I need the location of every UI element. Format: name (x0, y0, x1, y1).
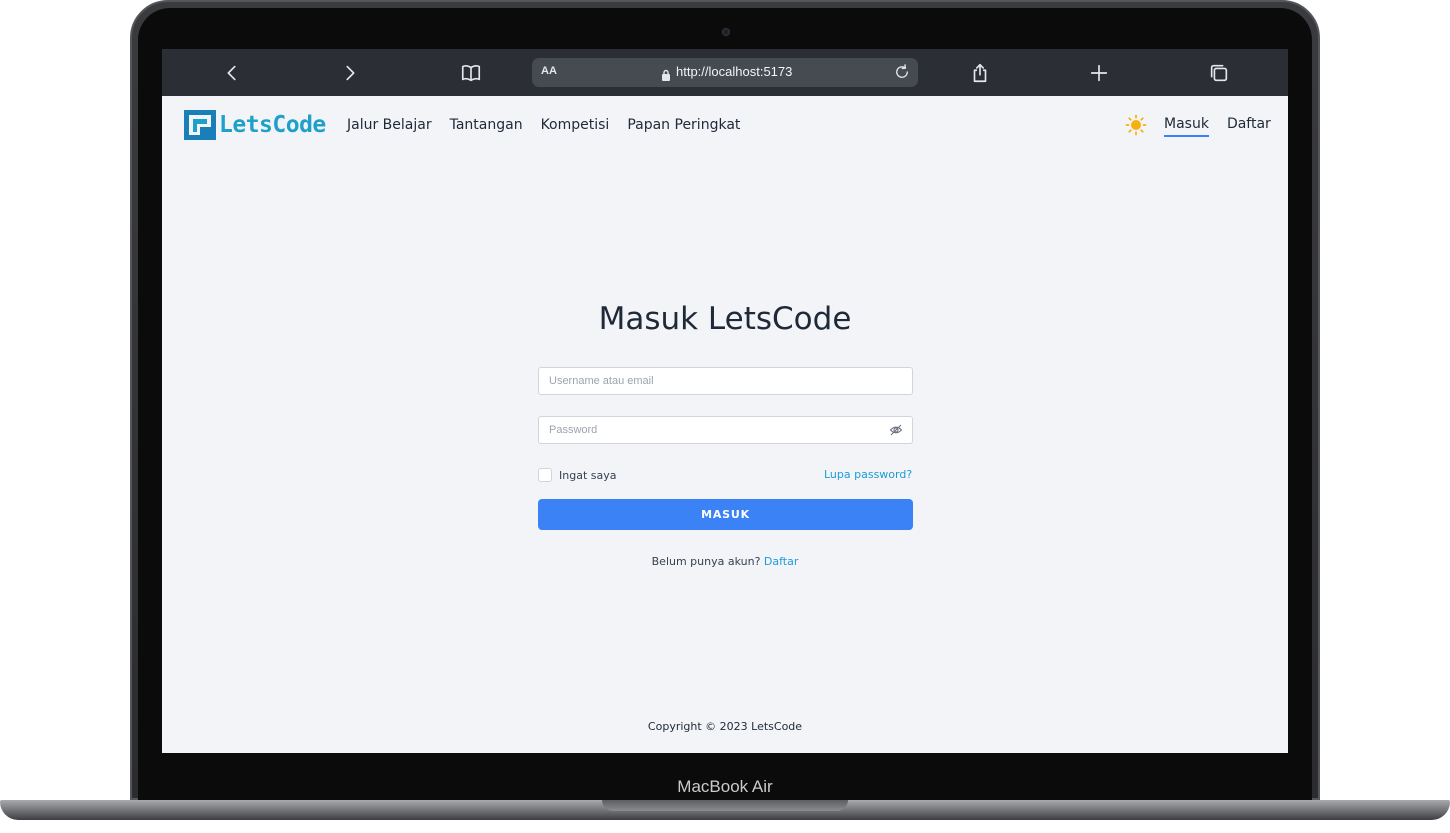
nav-links: Jalur Belajar Tantangan Kompetisi Papan … (347, 117, 740, 133)
screen: AA http://localhost:5173 LetsCode Jalur … (162, 49, 1288, 753)
register-link[interactable]: Daftar (764, 555, 798, 568)
nav-register-link[interactable]: Daftar (1227, 116, 1271, 137)
reader-aa-button[interactable]: AA (541, 65, 557, 77)
chevron-right-icon[interactable] (338, 61, 362, 85)
logo-text: LetsCode (219, 112, 326, 138)
remember-me[interactable]: Ingat saya (538, 468, 616, 482)
reload-icon[interactable] (893, 63, 911, 85)
chevron-left-icon[interactable] (220, 61, 244, 85)
no-account-text: Belum punya akun? (651, 555, 761, 568)
tabs-icon[interactable] (1207, 61, 1231, 85)
username-input[interactable]: Username atau email (538, 367, 913, 395)
browser-toolbar: AA http://localhost:5173 (162, 49, 1288, 96)
signup-prompt: Belum punya akun? Daftar (162, 555, 1288, 568)
password-input[interactable]: Password (538, 416, 913, 444)
share-icon[interactable] (968, 61, 992, 85)
nav-link-challenges[interactable]: Tantangan (450, 117, 523, 133)
nav-link-leaderboard[interactable]: Papan Peringkat (627, 117, 740, 133)
plus-icon[interactable] (1087, 61, 1111, 85)
page-title: Masuk LetsCode (598, 301, 852, 337)
camera-icon (722, 28, 730, 36)
laptop-notch (602, 800, 848, 811)
logo-mark-icon (184, 110, 216, 140)
url-text: http://localhost:5173 (676, 64, 793, 79)
nav-link-competitions[interactable]: Kompetisi (541, 117, 610, 133)
app-navbar: LetsCode Jalur Belajar Tantangan Kompeti… (162, 96, 1288, 156)
password-placeholder: Password (549, 424, 598, 436)
address-bar[interactable]: AA http://localhost:5173 (532, 58, 918, 87)
nav-login-link[interactable]: Masuk (1164, 116, 1209, 137)
nav-link-learning-path[interactable]: Jalur Belajar (347, 117, 432, 133)
auth-links: Masuk Daftar (1164, 116, 1271, 137)
sun-icon[interactable] (1125, 114, 1147, 140)
remember-label: Ingat saya (559, 468, 617, 482)
device-model-label: MacBook Air (677, 777, 773, 796)
eye-off-icon[interactable] (889, 423, 903, 440)
lock-icon (661, 66, 671, 85)
remember-checkbox[interactable] (538, 468, 552, 482)
forgot-password-link[interactable]: Lupa password? (824, 468, 912, 481)
username-placeholder: Username atau email (549, 375, 654, 387)
book-icon[interactable] (459, 61, 483, 85)
login-button[interactable]: MASUK (538, 499, 913, 530)
logo[interactable]: LetsCode (184, 110, 326, 140)
footer-copyright: Copyright © 2023 LetsCode (647, 720, 803, 733)
